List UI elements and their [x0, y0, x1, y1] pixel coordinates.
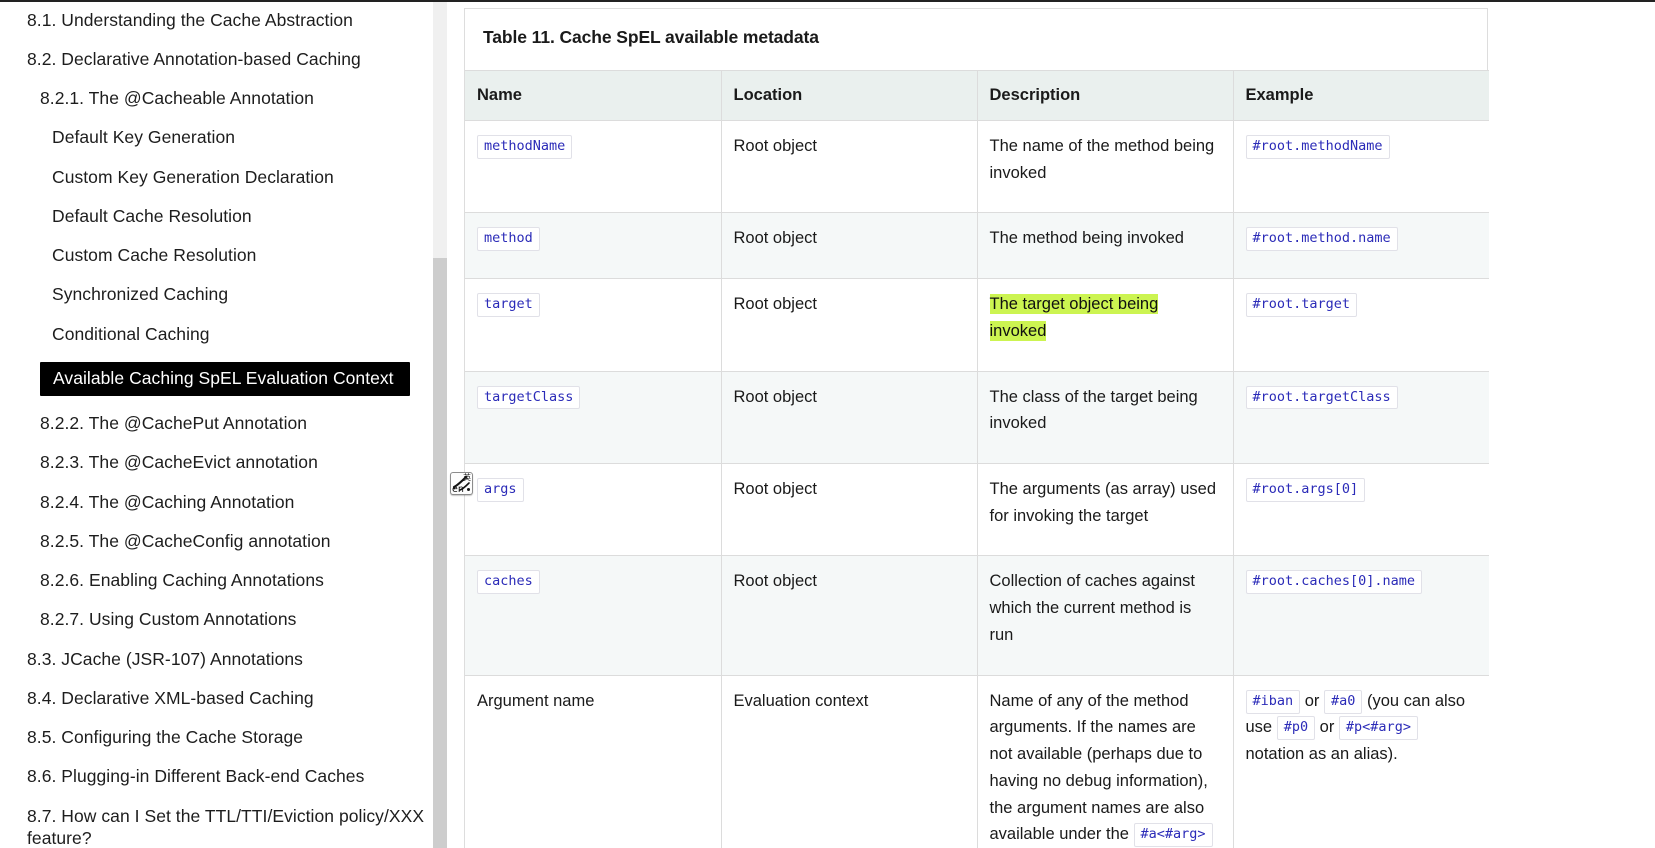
inline-code-token: #root.methodName — [1245, 135, 1390, 159]
cell-location: Root object — [721, 278, 978, 372]
cell-name: target — [465, 278, 722, 372]
table-row: target Root object The target object being… — [465, 278, 1489, 372]
highlighted-text: The target object being invoked — [989, 294, 1159, 341]
sidebar-item[interactable]: 8.2. Declarative Annotation-based Cachin… — [0, 45, 433, 73]
sidebar-item[interactable]: 8.2.7. Using Custom Annotations — [0, 606, 433, 634]
cell-description: Name of any of the method arguments. If … — [977, 675, 1234, 848]
cell-example: #root.targetClass — [1233, 371, 1489, 465]
sidebar-item[interactable]: 8.1. Understanding the Cache Abstraction — [0, 6, 433, 34]
cell-example: #root.methodName — [1233, 120, 1489, 214]
cell-description: Collection of caches against which the c… — [977, 555, 1234, 676]
table-header-row: Name Location Description Example — [465, 70, 1489, 121]
cell-example: #iban or #a0 (you can also use #p0 or #p… — [1233, 675, 1489, 848]
inline-code-token: #root.target — [1245, 293, 1358, 318]
sidebar-item[interactable]: 8.2.2. The @CachePut Annotation — [0, 410, 433, 438]
sidebar-item[interactable]: 8.2.4. The @Caching Annotation — [0, 488, 433, 516]
table-caption: Table 11. Cache SpEL available metadata — [483, 27, 819, 47]
cell-name: methodName — [465, 120, 722, 214]
inline-code-token: #root.method.name — [1245, 227, 1398, 252]
inline-code-token: methodName — [477, 135, 573, 159]
sidebar-item[interactable]: 8.7. How can I Set the TTL/TTI/Eviction … — [0, 802, 433, 848]
cell-location: Root object — [721, 212, 978, 280]
sidebar-item[interactable]: Default Key Generation — [0, 124, 433, 152]
column-header-example: Example — [1233, 70, 1489, 121]
inline-code-token: #iban — [1245, 689, 1301, 714]
table-row: Argument name Evaluation context Name of a… — [465, 675, 1489, 848]
cell-example: #root.args[0] — [1233, 463, 1489, 557]
inline-code-token: targetClass — [477, 385, 581, 410]
inline-code-token: method — [477, 227, 540, 252]
inline-code-token: args — [477, 478, 524, 502]
spel-metadata-table-block: Table 11. Cache SpEL available metadata … — [464, 8, 1489, 848]
cell-description: The name of the method being invoked — [977, 120, 1234, 214]
table-row: caches Root object Collection of caches ag… — [465, 555, 1489, 676]
sidebar-item[interactable]: 8.2.5. The @CacheConfig annotation — [0, 527, 433, 555]
inline-code-token: #root.caches[0].name — [1245, 570, 1423, 595]
main-content: Table 11. Cache SpEL available metadata … — [447, 2, 1655, 848]
inline-code-token: #root.args[0] — [1245, 478, 1366, 502]
sidebar-item-wrapper: Available Caching SpEL Evaluation Contex… — [0, 359, 433, 398]
sidebar-item[interactable]: 8.5. Configuring the Cache Storage — [0, 724, 433, 752]
ime-lang-label: en — [452, 484, 464, 495]
sidebar-item-active[interactable]: Available Caching SpEL Evaluation Contex… — [40, 361, 410, 396]
cell-location: Evaluation context — [721, 675, 978, 848]
table-row: targetClass Root object The class of the t… — [465, 371, 1489, 465]
sidebar-item[interactable]: 8.2.3. The @CacheEvict annotation — [0, 449, 433, 477]
cell-name: method — [465, 212, 722, 280]
cell-example: #root.target — [1233, 278, 1489, 372]
ime-status-dot — [467, 488, 470, 491]
ime-language-indicator[interactable]: 英 en — [450, 472, 473, 495]
ime-cjk-glyph: 英 — [463, 473, 471, 482]
inline-code-token: #p<#arg> — [1338, 716, 1418, 741]
sidebar-scrollbar-thumb[interactable] — [433, 258, 447, 848]
sidebar-item[interactable]: 8.2.1. The @Cacheable Annotation — [0, 85, 433, 113]
column-header-location: Location — [721, 70, 978, 121]
cell-location: Root object — [721, 371, 978, 465]
inline-code-token: #a<#arg> — [1133, 823, 1213, 848]
cell-example: #root.method.name — [1233, 212, 1489, 280]
cell-name: args — [465, 463, 722, 557]
toc-sidebar[interactable]: 8.1. Understanding the Cache Abstraction… — [0, 2, 433, 848]
inline-code-token: caches — [477, 570, 540, 595]
sidebar-item[interactable]: 8.3. JCache (JSR-107) Annotations — [0, 645, 433, 673]
column-header-name: Name — [465, 70, 722, 121]
table-body: methodName Root object The name of the met… — [465, 120, 1489, 848]
cell-description: The target object being invoked — [977, 278, 1234, 372]
inline-code-token: target — [477, 293, 540, 318]
cell-name: caches — [465, 555, 722, 676]
cell-location: Root object — [721, 555, 978, 676]
table-head: Name Location Description Example — [465, 70, 1489, 121]
sidebar-item[interactable]: Custom Cache Resolution — [0, 242, 433, 270]
spel-metadata-table: Name Location Description Example method… — [465, 70, 1489, 848]
cell-location: Root object — [721, 463, 978, 557]
cell-description: The arguments (as array) used for invoki… — [977, 463, 1234, 557]
sidebar-item[interactable]: 8.2.6. Enabling Caching Annotations — [0, 567, 433, 595]
inline-code-token: #p0 — [1276, 716, 1316, 741]
cell-example: #root.caches[0].name — [1233, 555, 1489, 676]
inline-code-token: #a0 — [1323, 689, 1363, 714]
cell-location: Root object — [721, 120, 978, 214]
sidebar-item[interactable]: Default Cache Resolution — [0, 202, 433, 230]
table-row: methodName Root object The name of the met… — [465, 120, 1489, 214]
sidebar-item[interactable]: Conditional Caching — [0, 320, 433, 348]
column-header-description: Description — [977, 70, 1234, 121]
inline-code-token: #root.targetClass — [1245, 385, 1398, 410]
sidebar-item[interactable]: 8.6. Plugging-in Different Back-end Cach… — [0, 763, 433, 791]
cell-name: targetClass — [465, 371, 722, 465]
sidebar-item[interactable]: 8.4. Declarative XML-based Caching — [0, 684, 433, 712]
table-row: method Root object The method being invoke… — [465, 212, 1489, 280]
cell-description: The method being invoked — [977, 212, 1234, 280]
cell-name: Argument name — [465, 675, 722, 848]
sidebar-item[interactable]: Custom Key Generation Declaration — [0, 163, 433, 191]
sidebar-scrollbar-track[interactable] — [433, 2, 447, 848]
cell-description: The class of the target being invoked — [977, 371, 1234, 465]
sidebar-item[interactable]: Synchronized Caching — [0, 281, 433, 309]
table-row: args Root object The arguments (as array) … — [465, 463, 1489, 557]
